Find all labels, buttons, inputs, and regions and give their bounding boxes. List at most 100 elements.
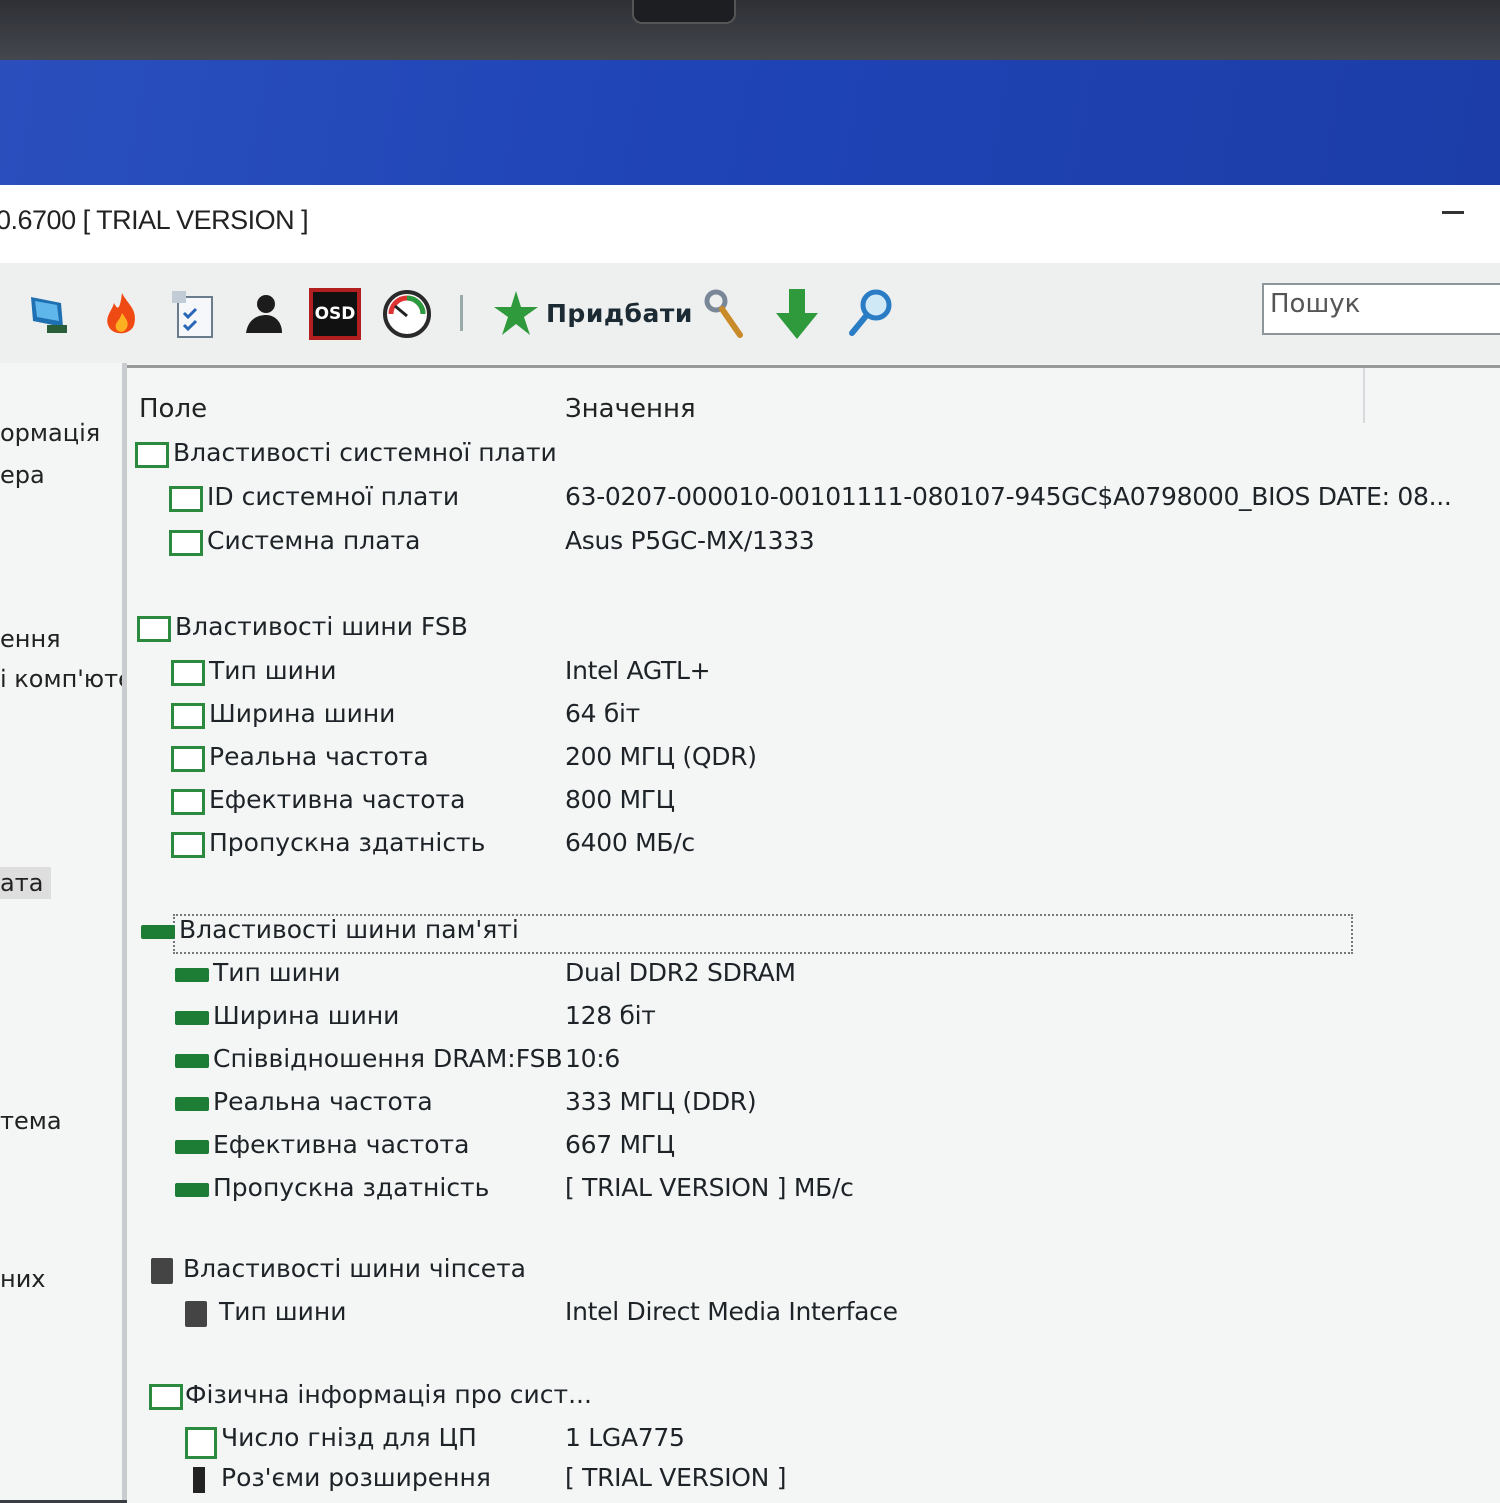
- nav-item-selected[interactable]: ата: [0, 867, 52, 899]
- field-value: Asus P5GC-MX/1333: [565, 526, 815, 555]
- motherboard-icon: [171, 746, 205, 772]
- field-value: Dual DDR2 SDRAM: [565, 958, 796, 987]
- field-value: 64 біт: [565, 699, 640, 728]
- field-value: 6400 МБ/с: [565, 828, 695, 857]
- field-value: 128 біт: [565, 1001, 656, 1030]
- chipset-icon: [185, 1301, 207, 1327]
- group-title: Властивості системної плати: [173, 438, 557, 467]
- field-value: 63-0207-000010-00101111-080107-945GC$A07…: [565, 482, 1452, 511]
- table-row[interactable]: Ефективна частота 667 МГЦ: [127, 1128, 1500, 1170]
- nav-item[interactable]: тема: [0, 1107, 62, 1135]
- group-row[interactable]: Властивості шини пам'яті: [127, 913, 1500, 955]
- memory-icon: [175, 1140, 209, 1154]
- download-arrow-icon[interactable]: [770, 287, 824, 341]
- group-row[interactable]: Фізична інформація про сист...: [127, 1378, 1500, 1420]
- table-row[interactable]: Роз'єми розширення [ TRIAL VERSION ]: [127, 1461, 1500, 1503]
- motherboard-icon: [169, 530, 203, 556]
- motherboard-icon: [171, 660, 205, 686]
- field-value: [ TRIAL VERSION ]: [565, 1463, 787, 1492]
- report-icon[interactable]: [166, 287, 220, 341]
- field-value: 800 МГЦ: [565, 785, 675, 814]
- table-row[interactable]: Ширина шини 64 біт: [127, 697, 1500, 739]
- table-row[interactable]: Реальна частота 333 МГЦ (DDR): [127, 1085, 1500, 1127]
- memory-icon: [175, 968, 209, 982]
- osd-icon[interactable]: OSD: [308, 287, 362, 341]
- field-label: Тип шини: [219, 1297, 347, 1326]
- field-label: Число гнізд для ЦП: [221, 1423, 477, 1452]
- field-value: Intel AGTL+: [565, 656, 711, 685]
- webcam-housing: [632, 0, 736, 24]
- minimize-button[interactable]: [1442, 211, 1464, 214]
- buy-star-icon: [494, 291, 538, 335]
- table-row[interactable]: ID системної плати 63-0207-000010-001011…: [127, 480, 1500, 522]
- group-title: Властивості шини FSB: [175, 612, 468, 641]
- group-row[interactable]: Властивості шини чіпсета: [127, 1252, 1500, 1294]
- motherboard-icon: [169, 486, 203, 512]
- field-label: ID системної плати: [207, 482, 460, 511]
- field-label: Реальна частота: [209, 742, 429, 771]
- table-row[interactable]: Пропускна здатність [ TRIAL VERSION ] МБ…: [127, 1171, 1500, 1213]
- field-label: Реальна частота: [213, 1087, 433, 1116]
- table-row[interactable]: Ширина шини 128 біт: [127, 999, 1500, 1041]
- window-title: 0.6700 [ TRIAL VERSION ]: [0, 205, 309, 235]
- app-window: 0.6700 [ TRIAL VERSION ] OSD Придбати По…: [0, 185, 1500, 1503]
- nav-item[interactable]: і комп'юте: [0, 665, 123, 693]
- table-row[interactable]: Системна плата Asus P5GC-MX/1333: [127, 524, 1500, 566]
- nav-item[interactable]: ера: [0, 461, 45, 489]
- motherboard-icon: [135, 442, 169, 468]
- memory-icon: [175, 1097, 209, 1111]
- toolbar: OSD Придбати Пошук: [0, 263, 1500, 363]
- column-separator[interactable]: [1363, 368, 1365, 423]
- cpu-socket-icon: [185, 1427, 217, 1459]
- field-label: Ефективна частота: [209, 785, 466, 814]
- group-title: Властивості шини пам'яті: [179, 915, 519, 944]
- nav-item[interactable]: них: [0, 1265, 46, 1293]
- group-row[interactable]: Властивості системної плати: [127, 436, 1500, 478]
- memory-icon: [175, 1183, 209, 1197]
- memory-icon: [141, 925, 175, 939]
- nav-item[interactable]: ення: [0, 625, 61, 653]
- table-row[interactable]: Тип шини Intel Direct Media Interface: [127, 1295, 1500, 1337]
- details-table: Поле Значення Властивості системної плат…: [127, 365, 1500, 1503]
- user-icon[interactable]: [236, 287, 290, 341]
- buy-button[interactable]: Придбати: [492, 285, 693, 341]
- table-row[interactable]: Тип шини Dual DDR2 SDRAM: [127, 956, 1500, 998]
- toolbar-separator: [460, 295, 463, 331]
- table-row[interactable]: Ефективна частота 800 МГЦ: [127, 783, 1500, 825]
- table-row[interactable]: Пропускна здатність 6400 МБ/с: [127, 826, 1500, 868]
- memory-icon: [175, 1054, 209, 1068]
- nav-item[interactable]: ормація: [0, 419, 100, 447]
- field-label: Ширина шини: [209, 699, 396, 728]
- field-value: Intel Direct Media Interface: [565, 1297, 898, 1326]
- computer-icon[interactable]: [22, 287, 76, 341]
- motherboard-icon: [171, 703, 205, 729]
- navigation-tree: ормація ера ення і комп'юте ата тема них: [0, 363, 123, 1500]
- field-label: Співвідношення DRAM:FSB: [213, 1044, 563, 1073]
- field-label: Пропускна здатність: [213, 1173, 490, 1202]
- chipset-icon: [151, 1258, 173, 1284]
- desktop-background: [0, 60, 1500, 200]
- osd-label: OSD: [313, 292, 357, 336]
- wrench-icon[interactable]: [698, 287, 752, 341]
- field-value: [ TRIAL VERSION ] МБ/с: [565, 1173, 854, 1202]
- field-value: 10:6: [565, 1044, 620, 1073]
- table-row[interactable]: Число гнізд для ЦП 1 LGA775: [127, 1421, 1500, 1463]
- field-value: 667 МГЦ: [565, 1130, 675, 1159]
- field-label: Ширина шини: [213, 1001, 400, 1030]
- motherboard-icon: [137, 616, 171, 642]
- table-row[interactable]: Співвідношення DRAM:FSB 10:6: [127, 1042, 1500, 1084]
- group-row[interactable]: Властивості шини FSB: [127, 610, 1500, 652]
- benchmark-flame-icon[interactable]: [94, 287, 148, 341]
- monitor-bezel: [0, 0, 1500, 60]
- search-input[interactable]: Пошук: [1262, 283, 1500, 335]
- field-label: Тип шини: [213, 958, 341, 987]
- column-header-value[interactable]: Значення: [565, 394, 696, 424]
- field-label: Системна плата: [207, 526, 421, 555]
- search-magnifier-icon[interactable]: [844, 287, 898, 341]
- column-header-field[interactable]: Поле: [139, 394, 207, 424]
- table-row[interactable]: Реальна частота 200 МГЦ (QDR): [127, 740, 1500, 782]
- field-label: Ефективна частота: [213, 1130, 470, 1159]
- gauge-icon[interactable]: [380, 287, 434, 341]
- table-row[interactable]: Тип шини Intel AGTL+: [127, 654, 1500, 696]
- expansion-slot-icon: [193, 1467, 205, 1493]
